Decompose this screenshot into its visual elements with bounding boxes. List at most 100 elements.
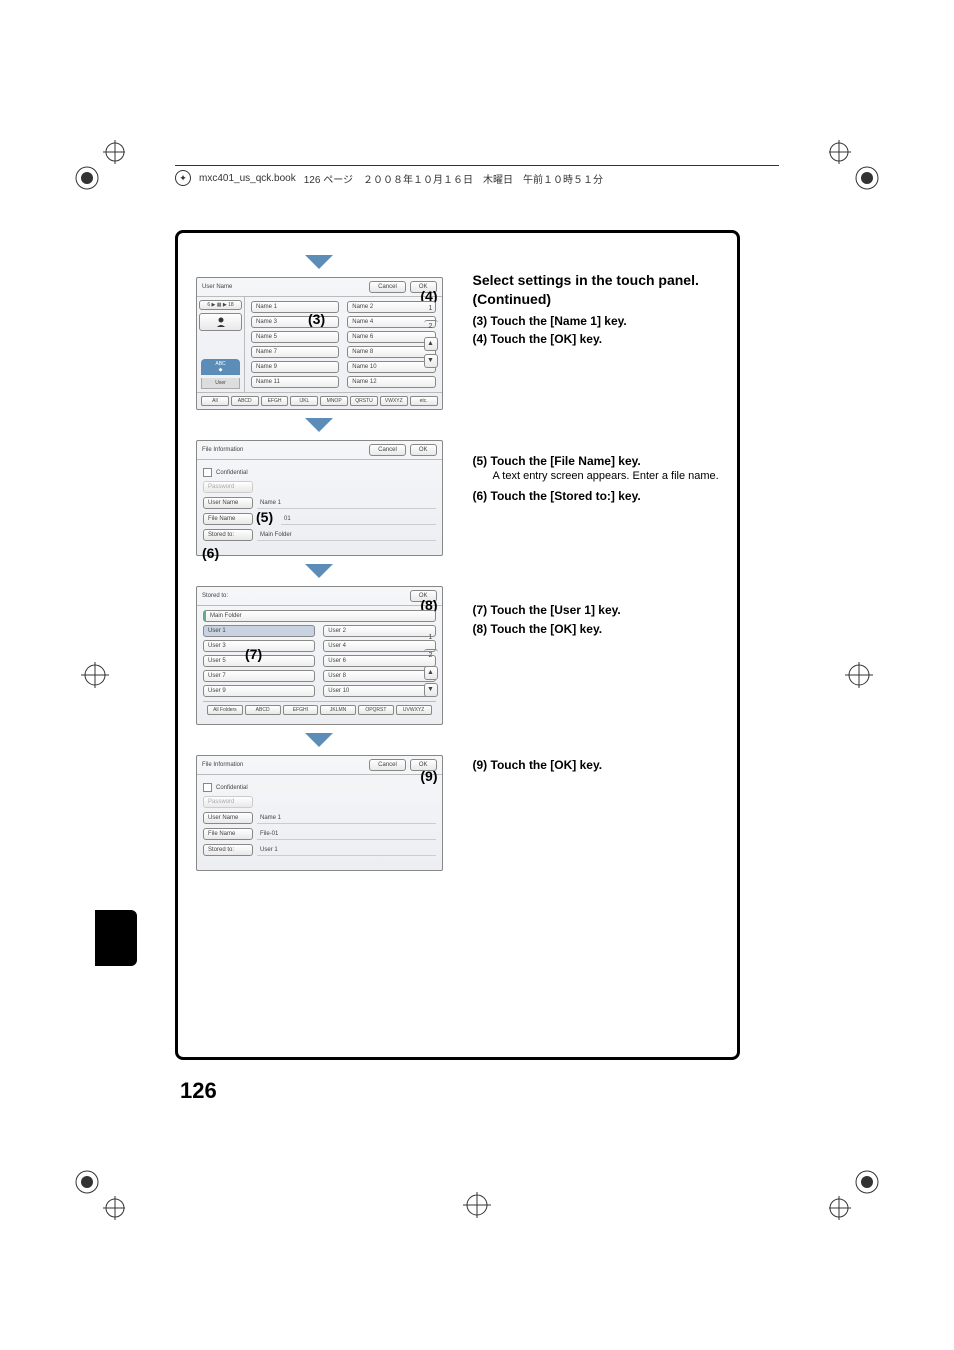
storedto-button[interactable]: Stored to:	[203, 529, 253, 541]
name-2-button[interactable]: Name 2	[347, 301, 435, 313]
user-7-button[interactable]: User 7	[203, 670, 315, 682]
panel-title: File Information	[202, 447, 243, 453]
ok-button[interactable]: OK	[410, 444, 437, 456]
panel-file-information-1: File Information Cancel OK Confidential …	[196, 440, 443, 556]
panel-title: File Information	[202, 762, 243, 768]
abc-tab[interactable]: ABC◆	[201, 359, 240, 375]
step-5-note: A text entry screen appears. Enter a fil…	[493, 469, 720, 484]
main-folder-button[interactable]: Main Folder	[203, 610, 436, 622]
panel-title: Stored to:	[202, 593, 228, 599]
password-button: Password	[203, 796, 253, 808]
crop-mark-icon	[829, 1170, 879, 1220]
left-column: User Name Cancel OK (4) 6 ▶ ▦ ▶ 18 ABC◆ …	[196, 253, 443, 871]
callout-9: (9)	[420, 768, 437, 784]
user-icon[interactable]	[199, 313, 242, 331]
user-9-button[interactable]: User 9	[203, 685, 315, 697]
storedto-button[interactable]: Stored to:	[203, 844, 253, 856]
crop-mark-icon	[75, 140, 125, 190]
storedto-value: Main Folder	[257, 530, 436, 541]
tab-abcd[interactable]: ABCD	[245, 705, 281, 715]
tab-all[interactable]: All	[201, 396, 229, 406]
confidential-checkbox[interactable]	[203, 468, 212, 477]
cancel-button[interactable]: Cancel	[369, 444, 406, 456]
username-value: Name 1	[257, 498, 436, 509]
right-column: Select settings in the touch panel. (Con…	[473, 253, 720, 871]
scroll-up-button[interactable]: ▲	[424, 666, 438, 680]
username-button[interactable]: User Name	[203, 812, 253, 824]
user-tab[interactable]: User	[201, 378, 240, 389]
confidential-checkbox[interactable]	[203, 783, 212, 792]
name-8-button[interactable]: Name 8	[347, 346, 435, 358]
callout-6: (6)	[202, 545, 219, 561]
username-button[interactable]: User Name	[203, 497, 253, 509]
step-6: (6) Touch the [Stored to:] key.	[473, 488, 720, 504]
cancel-button[interactable]: Cancel	[369, 759, 406, 771]
arrow-down-icon	[305, 255, 333, 269]
filename-button[interactable]: File Name	[203, 828, 253, 840]
arrow-down-icon	[305, 418, 333, 432]
page-count-top: 1	[424, 632, 438, 646]
step-8: (8) Touch the [OK] key.	[473, 621, 720, 637]
tab-efghi[interactable]: EFGHI	[283, 705, 319, 715]
page-count-bot: 2	[424, 649, 438, 663]
callout-5: (5)	[256, 509, 273, 525]
doc-pageinfo: 126 ページ ２００８年１０月１６日 木曜日 午前１０時５１分	[304, 171, 603, 186]
tab-jklmn[interactable]: JKLMN	[320, 705, 356, 715]
storedto-value: User 1	[257, 845, 436, 856]
step-7: (7) Touch the [User 1] key.	[473, 602, 720, 618]
tab-vwxyz[interactable]: VWXYZ	[380, 396, 408, 406]
side-tab	[95, 910, 137, 966]
callout-7: (7)	[245, 646, 262, 662]
user-8-button[interactable]: User 8	[323, 670, 435, 682]
tab-uvwxyz[interactable]: UVWXYZ	[396, 705, 432, 715]
doc-filename: mxc401_us_qck.book	[199, 173, 296, 184]
name-10-button[interactable]: Name 10	[347, 361, 435, 373]
tab-efgh[interactable]: EFGH	[261, 396, 289, 406]
crop-mark-icon	[75, 660, 115, 690]
name-12-button[interactable]: Name 12	[347, 376, 435, 388]
confidential-label: Confidential	[216, 785, 248, 791]
crop-mark-icon	[457, 1190, 497, 1220]
tab-etc[interactable]: etc.	[410, 396, 438, 406]
tab-abcd[interactable]: ABCD	[231, 396, 259, 406]
arrow-down-icon	[305, 564, 333, 578]
password-button: Password	[203, 481, 253, 493]
username-value: Name 1	[257, 813, 436, 824]
doc-header: ✦ mxc401_us_qck.book 126 ページ ２００８年１０月１６日…	[175, 165, 779, 186]
filename-value: File-01	[257, 829, 436, 840]
name-3-button[interactable]: Name 3	[251, 316, 339, 328]
name-6-button[interactable]: Name 6	[347, 331, 435, 343]
tab-ijkl[interactable]: IJKL	[290, 396, 318, 406]
page-number: 126	[180, 1078, 217, 1104]
name-11-button[interactable]: Name 11	[251, 376, 339, 388]
arrow-down-icon	[305, 733, 333, 747]
scroll-up-button[interactable]: ▲	[424, 337, 438, 351]
cancel-button[interactable]: Cancel	[369, 281, 406, 293]
crop-mark-icon	[75, 1170, 125, 1220]
filename-button[interactable]: File Name	[203, 513, 253, 525]
step-5: (5) Touch the [File Name] key.	[473, 453, 720, 469]
name-5-button[interactable]: Name 5	[251, 331, 339, 343]
page-indicator[interactable]: 6 ▶ ▦ ▶ 18	[199, 300, 242, 310]
panel-file-information-2: File Information Cancel OK (9) Confident…	[196, 755, 443, 871]
scroll-down-button[interactable]: ▼	[424, 354, 438, 368]
panel-stored-to: Stored to: OK (8) Main Folder User 1 Use…	[196, 586, 443, 725]
user-6-button[interactable]: User 6	[323, 655, 435, 667]
user-1-button[interactable]: User 1	[203, 625, 315, 637]
tab-mnop[interactable]: MNOP	[320, 396, 348, 406]
name-9-button[interactable]: Name 9	[251, 361, 339, 373]
panel-user-name: User Name Cancel OK (4) 6 ▶ ▦ ▶ 18 ABC◆ …	[196, 277, 443, 410]
tab-qrstu[interactable]: QRSTU	[350, 396, 378, 406]
name-1-button[interactable]: Name 1	[251, 301, 339, 313]
scroll-down-button[interactable]: ▼	[424, 683, 438, 697]
user-2-button[interactable]: User 2	[323, 625, 435, 637]
user-10-button[interactable]: User 10	[323, 685, 435, 697]
tab-opqrst[interactable]: OPQRST	[358, 705, 394, 715]
name-7-button[interactable]: Name 7	[251, 346, 339, 358]
panel-title: User Name	[202, 284, 232, 290]
tab-all-folders[interactable]: All Folders	[207, 705, 243, 715]
book-icon: ✦	[175, 170, 191, 186]
page-count-bot: 2	[424, 320, 438, 334]
name-4-button[interactable]: Name 4	[347, 316, 435, 328]
user-4-button[interactable]: User 4	[323, 640, 435, 652]
